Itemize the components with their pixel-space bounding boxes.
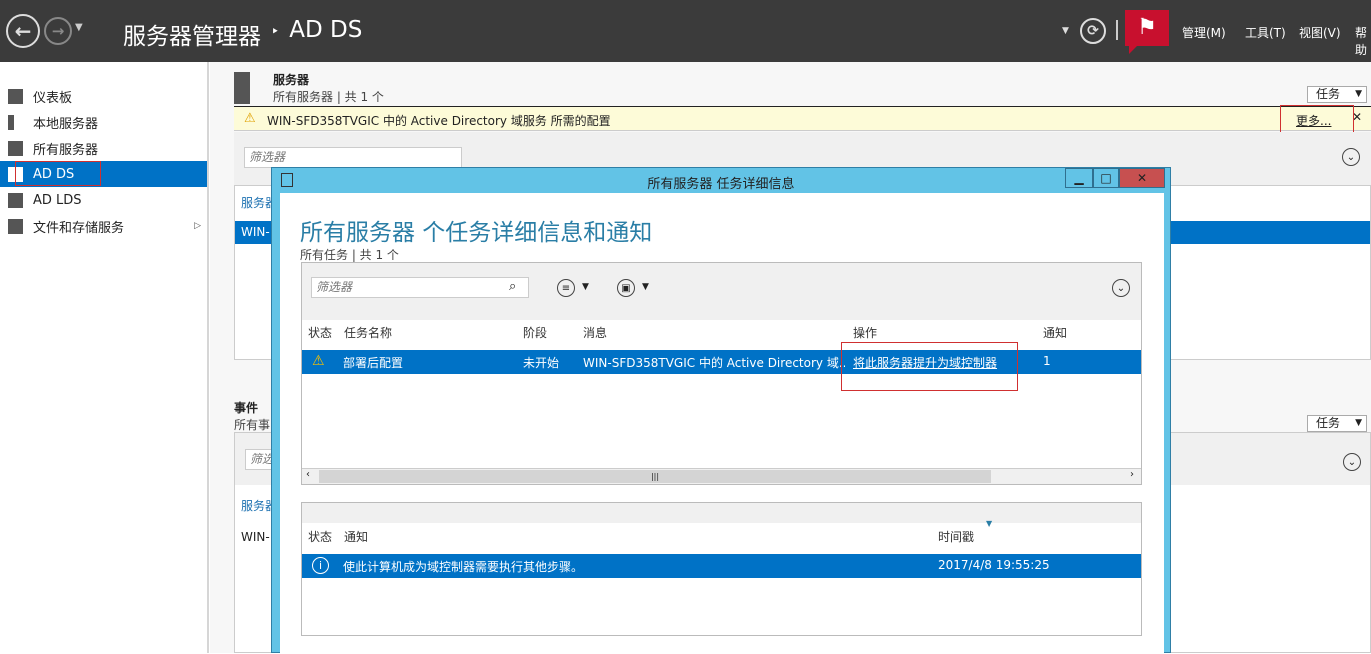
label: 所有服务器 (33, 142, 99, 158)
grid-toolbar: 筛选器 ⌕ ≡ ▼ ▣ ▼ ⌄ (302, 263, 1141, 320)
expand-arrow-icon[interactable]: ▷ (194, 221, 201, 231)
dialog-heading: 所有服务器 个任务详细信息和通知 (300, 220, 653, 246)
list-view-icon[interactable]: ≡ (557, 279, 575, 297)
cell-notify: 1 (1043, 354, 1051, 368)
minimize-button[interactable]: ▁ (1065, 168, 1093, 188)
title-bar: ← → ▼ 服务器管理器 ‣ AD DS ▼ ⟳ ⚑ 管理(M) 工具(T) 视… (0, 0, 1371, 62)
expand-icon[interactable]: ⌄ (1342, 148, 1360, 166)
horizontal-scrollbar[interactable]: ||| ‹ › (302, 468, 1141, 484)
menu-view[interactable]: 视图(V) (1299, 24, 1341, 41)
forward-button[interactable]: → (44, 17, 72, 45)
cell: WIN- (241, 530, 270, 544)
dialog-title: 所有服务器 任务详细信息 (647, 177, 795, 192)
tasks-grid: 筛选器 ⌕ ≡ ▼ ▣ ▼ ⌄ 状态 任务名称 阶段 消息 操作 通知 ⚠ 部署… (301, 262, 1142, 485)
col-task-name[interactable]: 任务名称 (344, 324, 392, 341)
back-button[interactable]: ← (6, 14, 40, 48)
sidebar-item-all-servers[interactable]: 所有服务器 (0, 135, 207, 161)
server-icon (8, 114, 14, 130)
chevron-down-icon[interactable]: ▼ (642, 282, 649, 292)
ad-lds-icon (8, 192, 23, 208)
servers-icon (8, 140, 23, 156)
scroll-left-icon[interactable]: ‹ (306, 469, 310, 480)
col-status[interactable]: 状态 (308, 324, 332, 341)
sort-desc-icon: ▼ (986, 519, 993, 528)
info-icon: i (312, 557, 329, 574)
page-title: AD DS (289, 17, 363, 43)
dropdown-icon[interactable]: ▼ (1062, 26, 1069, 36)
cell-message: WIN-SFD358TVGIC 中的 Active Directory 域... (583, 356, 845, 370)
close-button[interactable]: ✕ (1119, 168, 1165, 188)
maximize-button[interactable]: □ (1093, 168, 1119, 188)
warning-icon: ⚠ (312, 353, 325, 369)
separator (1116, 20, 1118, 40)
notifications-flag-icon[interactable]: ⚑ (1125, 10, 1169, 46)
menu-tools[interactable]: 工具(T) (1245, 24, 1286, 41)
task-filter-input[interactable]: 筛选器 (311, 277, 529, 298)
label: 本地服务器 (33, 116, 99, 132)
search-icon[interactable]: ⌕ (509, 279, 516, 294)
events-subtitle: 所有事 (234, 418, 271, 432)
breadcrumb: 服务器管理器 ‣ AD DS (123, 17, 362, 51)
chevron-down-icon[interactable]: ▼ (582, 282, 589, 292)
label: 仪表板 (33, 90, 73, 106)
scroll-thumb[interactable]: ||| (319, 470, 991, 483)
dialog-body: 所有服务器 个任务详细信息和通知 所有任务 | 共 1 个 筛选器 ⌕ ≡ ▼ … (280, 193, 1164, 654)
servers-subtitle: 所有服务器 | 共 1 个 (273, 90, 384, 104)
breadcrumb-sep: ‣ (271, 24, 280, 40)
save-icon[interactable]: ▣ (617, 279, 635, 297)
sidebar-item-file-storage[interactable]: 文件和存储服务 ▷ (0, 213, 207, 239)
task-details-dialog: 所有服务器 任务详细信息 ▁ □ ✕ 所有服务器 个任务详细信息和通知 所有任务… (271, 167, 1171, 654)
sidebar-item-local-server[interactable]: 本地服务器 (0, 109, 207, 135)
col-notify[interactable]: 通知 (1043, 324, 1067, 341)
banner-text: WIN-SFD358TVGIC 中的 Active Directory 域服务 … (267, 114, 611, 128)
sidebar: 仪表板 本地服务器 所有服务器 AD DS AD LDS 文件和存储服务 ▷ (0, 62, 209, 653)
events-tasks-button[interactable]: 任务 (1307, 415, 1367, 432)
servers-heading: 服务器 (273, 73, 310, 87)
refresh-icon[interactable]: ⟳ (1080, 18, 1106, 44)
col-status[interactable]: 状态 (308, 528, 332, 545)
menu-help[interactable]: 帮助 (1355, 24, 1371, 58)
col-message[interactable]: 消息 (583, 324, 607, 341)
tasks-button[interactable]: 任务 (1307, 86, 1367, 103)
dashboard-icon (8, 88, 23, 104)
sidebar-item-dashboard[interactable]: 仪表板 (0, 83, 207, 109)
sidebar-item-ad-lds[interactable]: AD LDS (0, 187, 207, 213)
scroll-right-icon[interactable]: › (1130, 469, 1134, 480)
config-banner: ⚠ WIN-SFD358TVGIC 中的 Active Directory 域服… (234, 106, 1371, 131)
flag-tail (1129, 46, 1137, 54)
cell: WIN- (241, 225, 270, 239)
cell-task-name: 部署后配置 (343, 356, 404, 370)
col-notification[interactable]: 通知 (344, 528, 368, 545)
col-timestamp[interactable]: 时间戳 (938, 528, 974, 545)
highlight-box (15, 161, 101, 186)
menu-manage[interactable]: 管理(M) (1182, 24, 1226, 41)
servers-filter-input[interactable]: 筛选器 (244, 147, 462, 168)
history-dropdown-icon[interactable]: ▼ (75, 22, 83, 33)
servers-tile-icon (234, 72, 250, 104)
col-action[interactable]: 操作 (853, 324, 877, 341)
cell-timestamp: 2017/4/8 19:55:25 (938, 558, 1050, 572)
notifications-grid: 状态 通知 时间戳 ▼ i 使此计算机成为域控制器需要执行其他步骤。 2017/… (301, 502, 1142, 636)
label: 文件和存储服务 (33, 220, 125, 236)
col-stage[interactable]: 阶段 (523, 324, 547, 341)
expand-icon[interactable]: ⌄ (1343, 453, 1361, 471)
expand-icon[interactable]: ⌄ (1112, 279, 1130, 297)
storage-icon (8, 218, 23, 234)
dialog-subtitle: 所有任务 | 共 1 个 (300, 248, 399, 262)
cell-stage: 未开始 (523, 356, 560, 370)
label: AD LDS (33, 192, 82, 208)
events-heading: 事件 (234, 401, 259, 415)
cell-notification: 使此计算机成为域控制器需要执行其他步骤。 (343, 560, 584, 574)
highlight-box (841, 342, 1018, 391)
warning-icon: ⚠ (244, 111, 256, 126)
table-row[interactable]: i 使此计算机成为域控制器需要执行其他步骤。 2017/4/8 19:55:25 (302, 554, 1141, 578)
app-title: 服务器管理器 (123, 24, 261, 50)
